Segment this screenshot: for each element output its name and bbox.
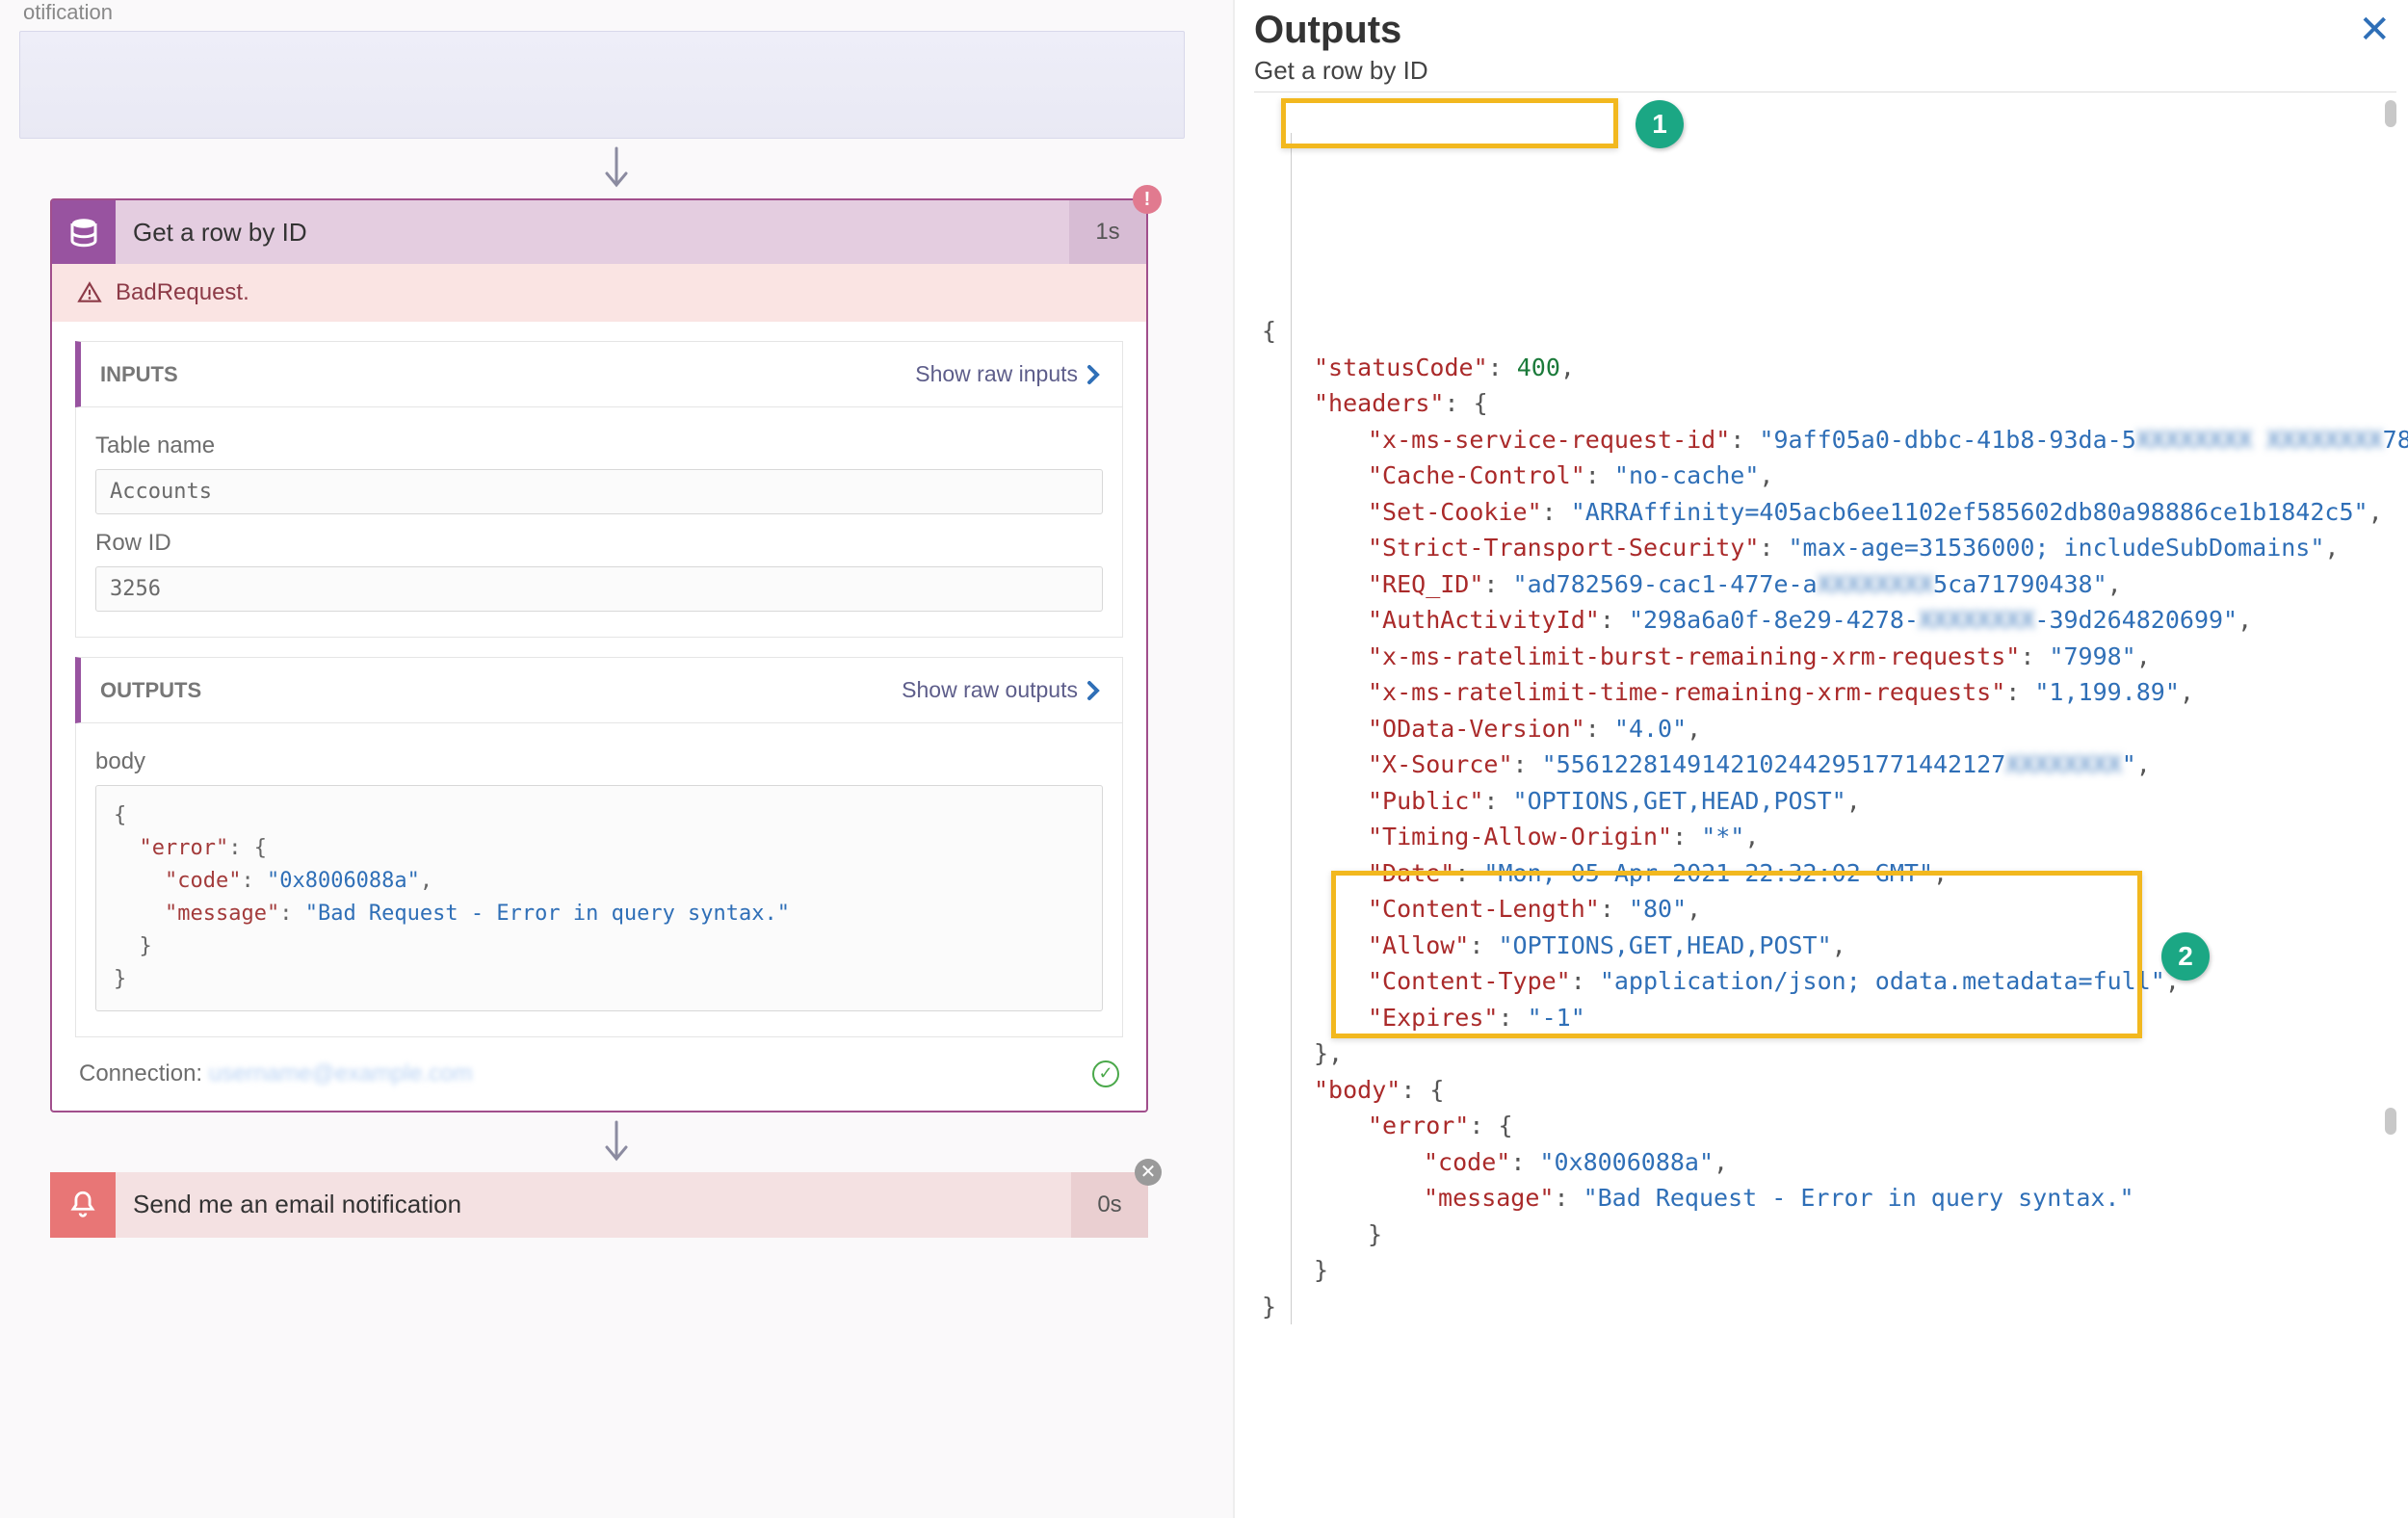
- warning-icon: [77, 280, 102, 305]
- outputs-section-header: OUTPUTS Show raw outputs: [75, 657, 1123, 723]
- check-circle-icon: ✓: [1092, 1060, 1119, 1087]
- connection-row: Connection: username@example.com ✓: [52, 1037, 1146, 1111]
- action-card-notification[interactable]: ✕ Send me an email notification 0s: [50, 1172, 1148, 1238]
- connection-label: Connection:: [79, 1060, 202, 1086]
- prev-card-placeholder[interactable]: [19, 31, 1185, 139]
- close-icon[interactable]: ✕: [1135, 1159, 1162, 1186]
- table-name-value: Accounts: [95, 469, 1103, 514]
- inputs-section-header: INPUTS Show raw inputs: [75, 341, 1123, 407]
- body-label: body: [95, 748, 1103, 775]
- scrollbar-thumb[interactable]: [2385, 100, 2396, 127]
- show-raw-outputs-link[interactable]: Show raw outputs: [902, 677, 1103, 703]
- outputs-section-body: body { "error": { "code": "0x8006088a", …: [75, 723, 1123, 1037]
- outputs-panel-subtitle: Get a row by ID: [1254, 56, 2396, 86]
- outputs-panel-title: Outputs: [1254, 9, 1401, 52]
- dataverse-icon: [52, 200, 116, 264]
- notification-title: Send me an email notification: [116, 1190, 1071, 1219]
- connection-value: username@example.com: [209, 1060, 473, 1086]
- outputs-label: OUTPUTS: [100, 678, 201, 703]
- error-badge-icon: !: [1133, 185, 1162, 214]
- chevron-right-icon: [1086, 679, 1103, 702]
- outputs-json-viewer[interactable]: {"statusCode": 400,"headers": {"x-ms-ser…: [1254, 92, 2396, 1324]
- outputs-body-json: { "error": { "code": "0x8006088a", "mess…: [95, 785, 1103, 1011]
- action-title: Get a row by ID: [116, 218, 1069, 248]
- close-panel-button[interactable]: ✕: [2358, 8, 2391, 52]
- show-raw-inputs-link[interactable]: Show raw inputs: [915, 361, 1103, 387]
- inputs-label: INPUTS: [100, 362, 178, 387]
- row-id-label: Row ID: [95, 530, 1103, 557]
- chevron-right-icon: [1086, 363, 1103, 386]
- bell-icon: [50, 1172, 116, 1238]
- show-raw-inputs-text: Show raw inputs: [915, 361, 1078, 387]
- flow-canvas: otification ! Get a row by ID 1s BadRequ…: [0, 0, 1233, 1518]
- show-raw-outputs-text: Show raw outputs: [902, 677, 1078, 703]
- action-card-get-row[interactable]: ! Get a row by ID 1s BadRequest. INPUTS …: [50, 198, 1148, 1112]
- inputs-section-body: Table name Accounts Row ID 3256: [75, 407, 1123, 638]
- error-text: BadRequest.: [116, 279, 249, 306]
- row-id-value: 3256: [95, 566, 1103, 612]
- annotation-callout-1: 1: [1636, 100, 1684, 148]
- flow-arrow-icon: [19, 1120, 1214, 1165]
- action-card-header[interactable]: Get a row by ID 1s: [52, 200, 1146, 264]
- table-name-label: Table name: [95, 432, 1103, 459]
- outputs-panel: Outputs ✕ Get a row by ID {"statusCode":…: [1233, 0, 2408, 1518]
- flow-arrow-icon: [19, 146, 1214, 191]
- action-duration: 1s: [1069, 200, 1146, 264]
- notification-duration: 0s: [1071, 1172, 1148, 1238]
- error-strip: BadRequest.: [52, 264, 1146, 322]
- annotation-callout-2: 2: [2161, 932, 2210, 981]
- prev-card-title-fragment: otification: [19, 0, 1214, 25]
